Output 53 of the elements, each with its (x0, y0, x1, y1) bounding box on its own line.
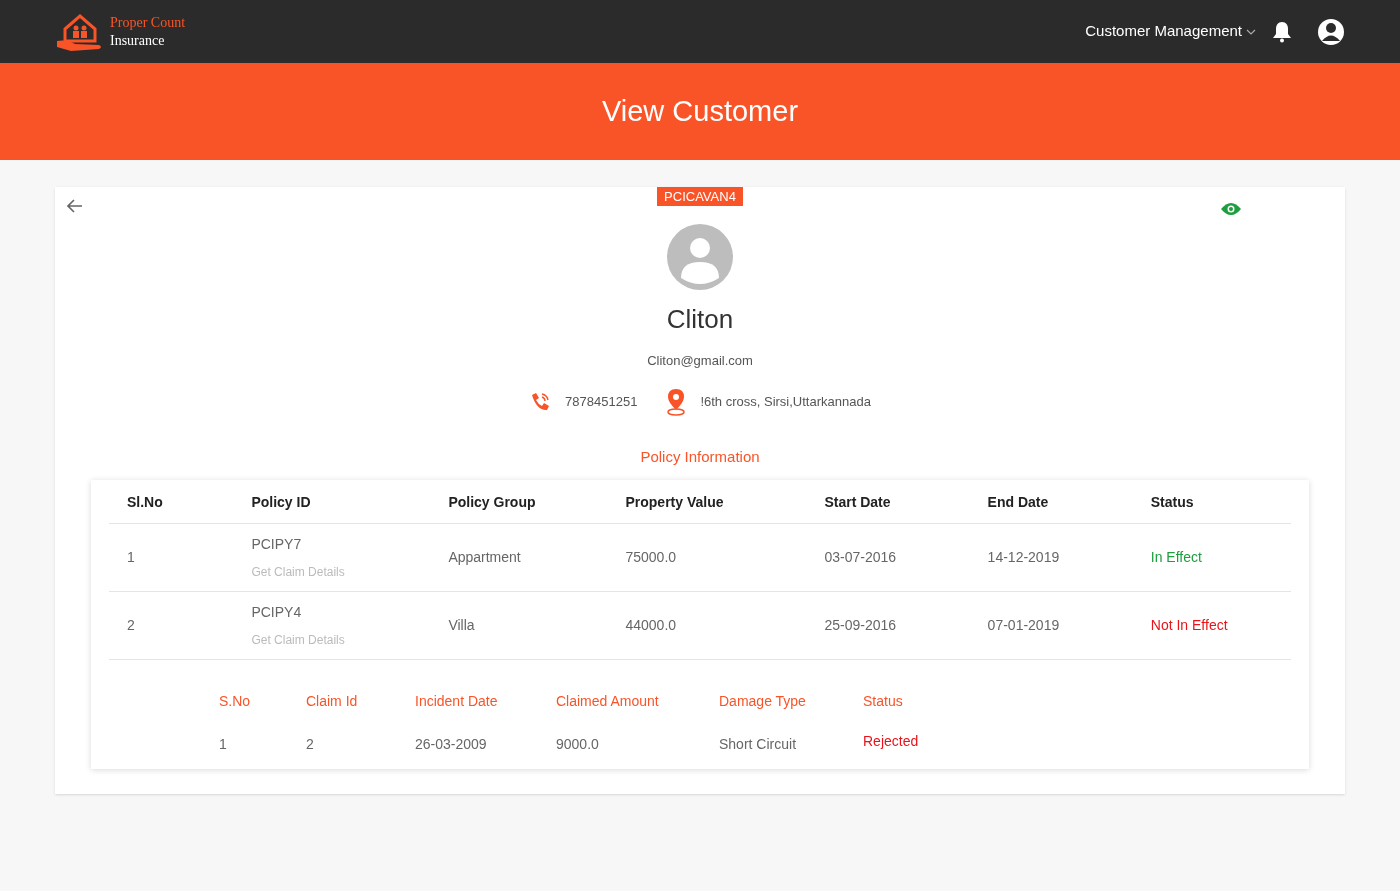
table-cell: Short Circuit (719, 736, 797, 752)
column-header: Start Date (824, 493, 891, 510)
status-text: Not In Effect (1150, 617, 1228, 633)
address-text: !6th cross, Sirsi,Uttarkannada (700, 392, 871, 411)
column-header: S.No (219, 693, 251, 709)
phone-icon (529, 390, 552, 413)
phone-number: 7878451251 (565, 392, 638, 411)
user-avatar-icon[interactable] (1317, 17, 1345, 46)
customer-email: Cliton@gmail.com (647, 352, 753, 370)
column-header: Sl.No (127, 493, 163, 510)
table-cell: 07-01-2019 (987, 617, 1060, 633)
bell-icon[interactable] (1272, 20, 1292, 43)
column-header: End Date (987, 493, 1049, 510)
column-header: Claimed Amount (556, 693, 659, 709)
table-cell: 75000.0 (625, 549, 677, 565)
table-cell: 26-03-2009 (415, 736, 487, 752)
customer-code-badge: PCICAVAN4 (657, 187, 743, 206)
customer-name: Cliton (666, 303, 734, 336)
column-header: Status (863, 693, 903, 709)
table-cell: 25-09-2016 (824, 617, 897, 633)
back-arrow-icon[interactable] (67, 199, 83, 213)
table-cell: 1 (127, 549, 135, 565)
status-text: In Effect (1150, 549, 1202, 565)
table-cell: Villa (448, 617, 475, 633)
table-cell: 44000.0 (625, 617, 677, 633)
section-title: Policy Information (640, 446, 760, 467)
avatar-placeholder-icon (667, 224, 733, 290)
table-cell-text: PCIPY7 (251, 535, 302, 554)
column-header: Damage Type (719, 693, 806, 709)
brand-name: Proper Count (110, 13, 186, 32)
customer-management-menu[interactable]: Customer Management (1085, 20, 1256, 43)
page-title: View Customer (601, 93, 799, 129)
eye-icon[interactable] (1220, 202, 1242, 216)
claim-details-link[interactable]: Get Claim Details (251, 631, 345, 649)
column-header: Property Value (625, 493, 724, 510)
table-cell: 03-07-2016 (824, 549, 897, 565)
column-header: Policy Group (448, 493, 536, 510)
brand-subtitle: Insurance (110, 31, 166, 50)
claim-details-link[interactable]: Get Claim Details (251, 563, 345, 581)
column-header: Status (1150, 493, 1194, 510)
table-cell: 9000.0 (556, 736, 599, 752)
table-cell: 2 (127, 617, 135, 633)
column-header: Claim Id (306, 693, 358, 709)
table-cell: Appartment (448, 549, 521, 565)
column-header: Incident Date (415, 693, 498, 709)
location-pin-icon (665, 387, 688, 416)
column-header: Policy ID (251, 493, 311, 510)
table-cell: 1 (219, 736, 227, 752)
chevron-down-icon (1246, 28, 1256, 35)
table-cell: 14-12-2019 (987, 549, 1060, 565)
table-cell: 2 (306, 736, 314, 752)
status-text: Rejected (863, 733, 919, 749)
table-cell-text: PCIPY4 (251, 603, 302, 622)
